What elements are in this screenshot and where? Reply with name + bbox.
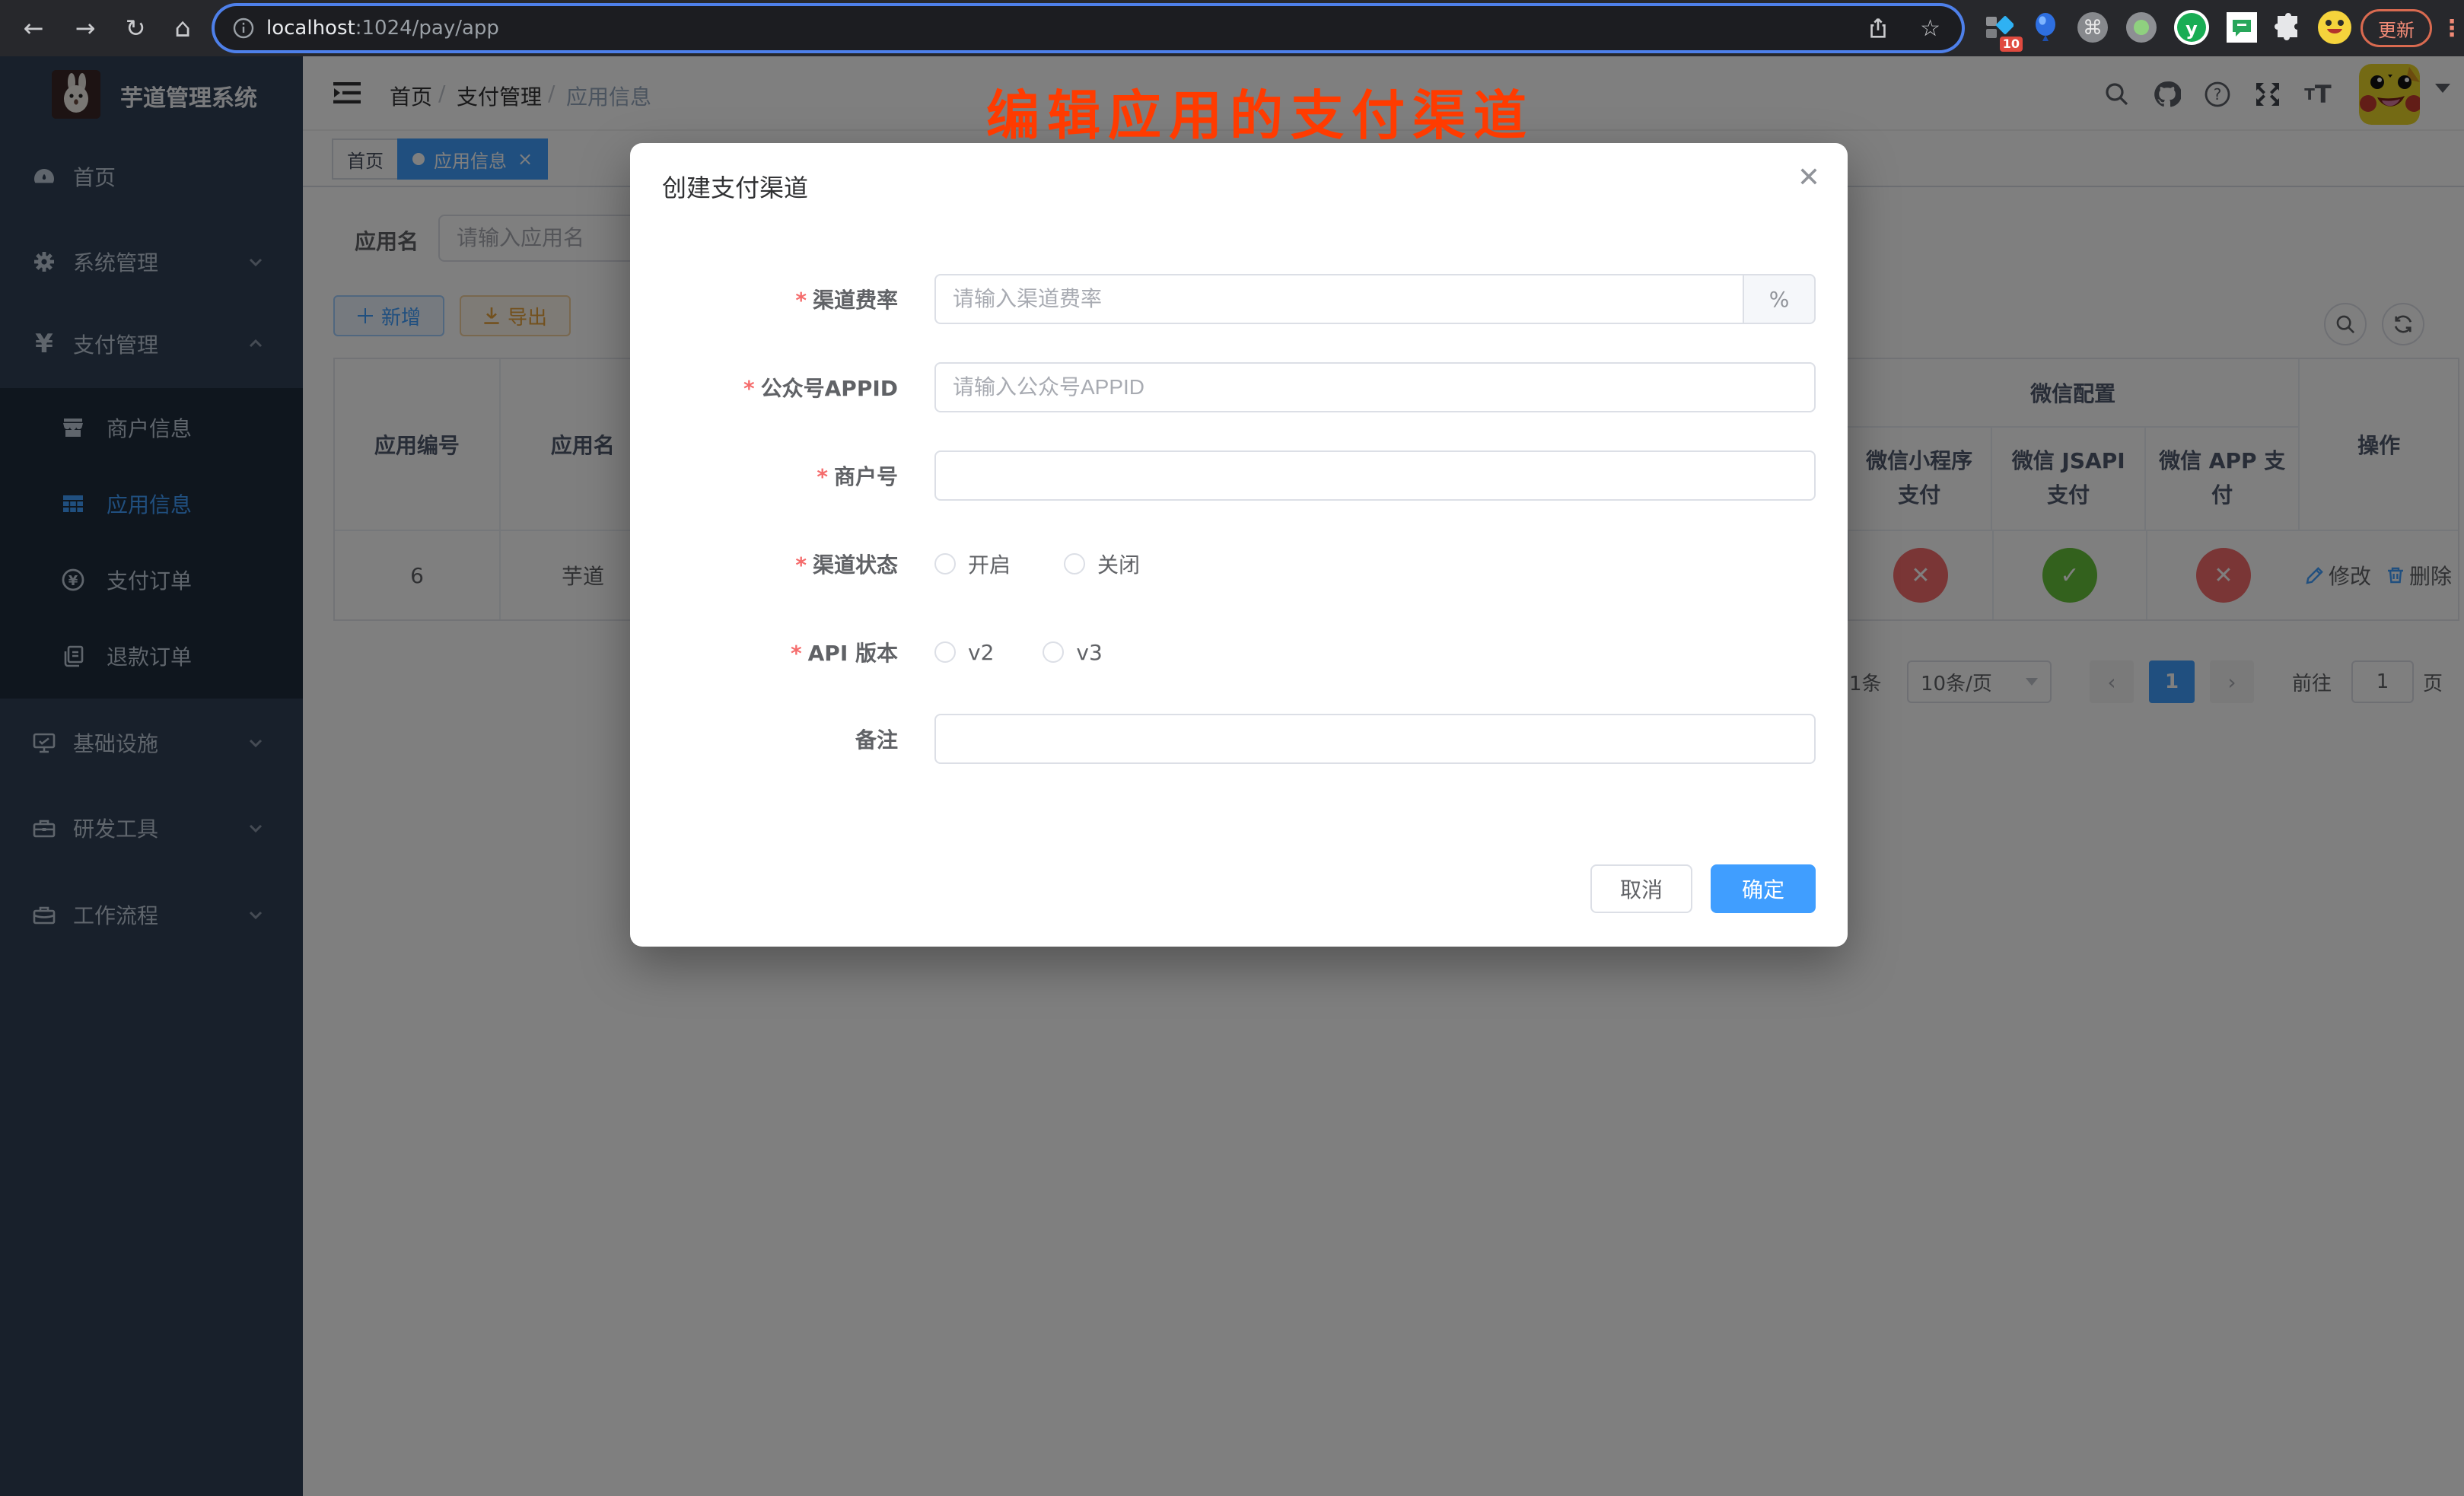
browser-back-icon[interactable]: ←: [12, 0, 55, 56]
merchant-no-input[interactable]: [934, 450, 1816, 501]
radio-status-off[interactable]: 关闭: [1064, 549, 1140, 579]
channel-status-label: 渠道状态: [630, 549, 916, 579]
extension-badge: 10: [2000, 37, 2023, 52]
cancel-button[interactable]: 取消: [1590, 864, 1692, 913]
svg-text:⌘: ⌘: [2083, 17, 2103, 40]
extension-balloon-icon[interactable]: [2027, 9, 2064, 46]
url-text[interactable]: localhost:1024/pay/app: [266, 17, 499, 40]
browser-forward-icon[interactable]: →: [64, 0, 107, 56]
radio-circle-icon: [934, 641, 956, 663]
confirm-button[interactable]: 确定: [1711, 864, 1816, 913]
extensions-puzzle-icon[interactable]: [2271, 9, 2307, 46]
site-info-icon[interactable]: [233, 18, 254, 39]
rate-input[interactable]: [934, 274, 1743, 324]
rate-label: 渠道费率: [630, 284, 916, 314]
bookmark-star-icon[interactable]: ☆: [1920, 15, 1940, 42]
remark-input[interactable]: [934, 714, 1816, 764]
browser-reload-icon[interactable]: ↻: [114, 0, 157, 56]
radio-circle-icon: [934, 553, 956, 575]
radio-circle-icon: [1064, 553, 1085, 575]
browser-update-button[interactable]: 更新: [2361, 9, 2432, 47]
radio-api-v3[interactable]: v3: [1043, 640, 1102, 665]
svg-text:y: y: [2185, 18, 2198, 40]
close-icon[interactable]: ✕: [1797, 164, 1820, 192]
appid-input[interactable]: [934, 362, 1816, 412]
radio-status-on[interactable]: 开启: [934, 549, 1011, 579]
api-version-label: API 版本: [630, 637, 916, 667]
merchant-no-label: 商户号: [630, 460, 916, 491]
appid-label: 公众号APPID: [630, 372, 916, 403]
browser-menu-icon[interactable]: ⋮: [2441, 0, 2462, 56]
radio-circle-icon: [1043, 641, 1064, 663]
dialog-title: 创建支付渠道: [662, 169, 808, 204]
share-icon[interactable]: [1867, 17, 1889, 40]
browser-home-icon[interactable]: ⌂: [161, 0, 204, 56]
extension-diamond-icon[interactable]: 10: [1980, 9, 2017, 46]
annotation-text: 编辑应用的支付渠道: [986, 73, 1534, 150]
extension-command-icon[interactable]: ⌘: [2074, 9, 2111, 46]
remark-label: 备注: [630, 724, 916, 754]
profile-emoji-icon[interactable]: [2316, 9, 2353, 46]
browser-toolbar: ← → ↻ ⌂ localhost:1024/pay/app ☆ 10 ⌘: [0, 0, 2464, 56]
create-pay-channel-dialog: 创建支付渠道 ✕ 渠道费率 % 公众号APPID 商户号 渠道状态: [630, 143, 1848, 947]
screen: ← → ↻ ⌂ localhost:1024/pay/app ☆ 10 ⌘: [0, 0, 2464, 1496]
extension-y-icon[interactable]: y: [2173, 9, 2210, 46]
percent-suffix: %: [1743, 274, 1816, 324]
extension-dot-icon[interactable]: [2123, 9, 2160, 46]
address-bar[interactable]: localhost:1024/pay/app ☆: [215, 6, 1962, 50]
radio-api-v2[interactable]: v2: [934, 640, 994, 665]
extension-chat-icon[interactable]: [2224, 9, 2260, 46]
